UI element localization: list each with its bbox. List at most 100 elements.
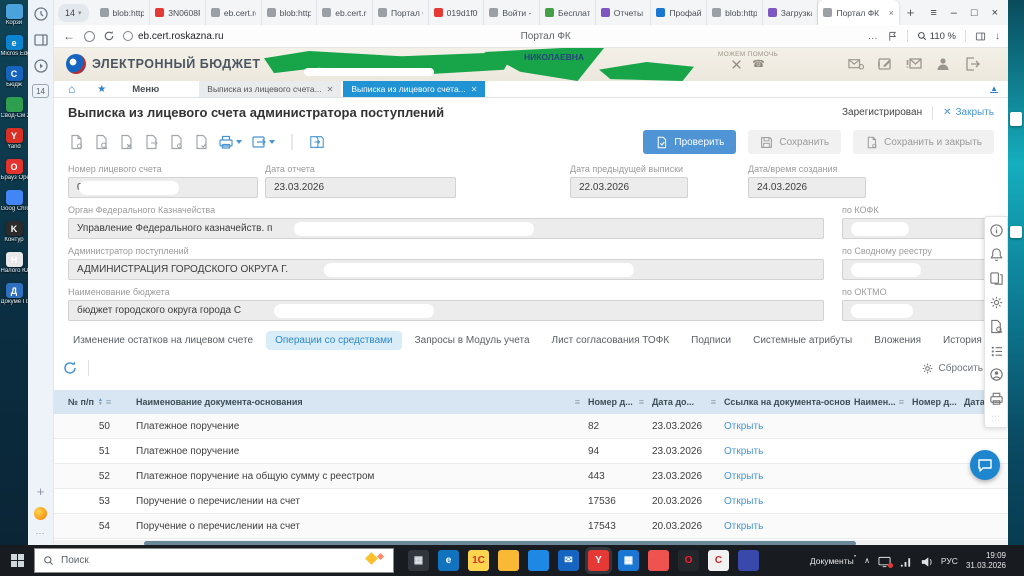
browser-tab[interactable]: eb.cert.ro: [206, 0, 262, 25]
field-input[interactable]: 0: [68, 177, 258, 198]
new-tab-button[interactable]: +: [899, 5, 923, 20]
phone-icon[interactable]: ☎: [752, 59, 764, 70]
field-input[interactable]: Управление Федерального казначейств. п: [68, 218, 824, 239]
toolbar-icon[interactable]: [284, 134, 300, 150]
language-indicator[interactable]: РУС: [941, 556, 958, 566]
save-button[interactable]: Сохранить: [748, 130, 842, 154]
taskbar-app-icon[interactable]: [738, 550, 759, 571]
browser-tab[interactable]: Бесплатн: [540, 0, 596, 25]
field-input[interactable]: 24.03.2026: [748, 177, 866, 198]
tray-expand-icon[interactable]: ∧: [864, 556, 870, 565]
start-button[interactable]: [0, 545, 34, 576]
taskbar-app-icon[interactable]: [528, 550, 549, 571]
toolbar-icon[interactable]: [218, 134, 234, 150]
tray-documents-label[interactable]: Документы”: [810, 555, 856, 566]
side-toolbar-icon[interactable]: [989, 247, 1004, 262]
taskbar-app-icon[interactable]: C: [708, 550, 729, 571]
open-link[interactable]: Открыть: [720, 496, 850, 507]
column-menu-icon[interactable]: ≡: [103, 397, 111, 407]
taskbar-app-icon[interactable]: [648, 550, 669, 571]
network-icon[interactable]: [899, 555, 912, 567]
document-tab-close-icon[interactable]: ✕: [471, 85, 478, 94]
open-link[interactable]: Открыть: [720, 446, 850, 457]
open-link[interactable]: Открыть: [720, 471, 850, 482]
taskbar-clock[interactable]: 19:09 31.03.2026: [966, 551, 1008, 571]
section-tab[interactable]: Запросы в Модуль учета: [406, 331, 539, 350]
document-tab-close-icon[interactable]: ✕: [327, 85, 334, 94]
close-button[interactable]: ×: [992, 7, 998, 19]
check-button[interactable]: Проверить: [643, 130, 737, 154]
home-icon[interactable]: ⌂: [68, 82, 75, 96]
zoom-control[interactable]: 110 %: [917, 31, 956, 42]
browser-tab[interactable]: eb.cert.ro: [317, 0, 373, 25]
open-link[interactable]: Открыть: [720, 521, 850, 532]
taskbar-app-icon[interactable]: 1С: [468, 550, 489, 571]
side-toolbar-icon[interactable]: [989, 223, 1004, 238]
column-menu-icon[interactable]: ≡: [708, 397, 716, 407]
browser-tab[interactable]: blob:http: [262, 0, 318, 25]
desktop-shortcut[interactable]: Свод-См 23: [1, 97, 28, 119]
section-tab[interactable]: Лист согласования ТОФК: [543, 331, 679, 350]
desktop-shortcut[interactable]: Корзи: [1, 4, 27, 26]
menu-button[interactable]: Меню: [132, 84, 159, 95]
field-input[interactable]: бюджет городского округа города С: [68, 300, 824, 321]
toolbar-icon[interactable]: [251, 134, 267, 150]
field-input[interactable]: [842, 218, 994, 239]
column-menu-icon[interactable]: ≡: [572, 397, 580, 407]
desktop-shortcut[interactable]: Д Докуме ПУ-: [1, 283, 28, 305]
field-input[interactable]: 23.03.2026: [265, 177, 456, 198]
history-icon[interactable]: [33, 6, 49, 22]
sidebar-more-icon[interactable]: ⋯: [36, 528, 46, 539]
minimize-button[interactable]: –: [951, 7, 957, 19]
caret-down-icon[interactable]: [269, 140, 275, 144]
tab-close-icon[interactable]: ×: [889, 8, 894, 18]
caret-down-icon[interactable]: [236, 140, 242, 144]
side-toolbar-icon[interactable]: [989, 319, 1004, 334]
section-tab[interactable]: Изменение остатков на лицевом счете: [64, 331, 262, 350]
reset-button[interactable]: Сбросить: [939, 363, 983, 374]
column-menu-icon[interactable]: ≡: [636, 397, 644, 407]
header-action-icon[interactable]: [848, 56, 864, 72]
taskbar-app-icon[interactable]: [498, 550, 519, 571]
browser-tab[interactable]: Профай: [651, 0, 708, 25]
grid-settings-gear-icon[interactable]: [921, 362, 934, 375]
column-menu-icon[interactable]: ≡: [896, 397, 904, 407]
table-row[interactable]: 52 Платежное поручение на общую сумму с …: [54, 464, 1008, 489]
field-input[interactable]: [842, 259, 994, 280]
table-row[interactable]: 51 Платежное поручение 94 23.03.2026 Отк…: [54, 439, 1008, 464]
side-toolbar-icon[interactable]: [989, 367, 1004, 382]
bookmark-icon[interactable]: [887, 31, 898, 42]
section-tab[interactable]: Вложения: [865, 331, 930, 350]
field-input[interactable]: [842, 300, 994, 321]
tab-count-badge[interactable]: 14: [32, 84, 49, 98]
toolbar-icon[interactable]: [143, 134, 159, 150]
side-toolbar-icon[interactable]: [989, 295, 1004, 310]
profile-icon[interactable]: [84, 30, 95, 42]
save-close-button[interactable]: Сохранить и закрыть: [853, 130, 994, 154]
tools-icon[interactable]: [731, 59, 742, 70]
header-action-icon[interactable]: [877, 56, 893, 72]
header-action-icon[interactable]: [906, 56, 922, 72]
taskbar-app-icon[interactable]: Y: [588, 550, 609, 571]
browser-tab[interactable]: Войти - К: [484, 0, 541, 25]
taskbar-app-icon[interactable]: e: [438, 550, 459, 571]
favorites-star-icon[interactable]: ★: [97, 84, 106, 95]
downloads-icon[interactable]: ↓: [995, 31, 1000, 42]
maximize-button[interactable]: □: [971, 7, 978, 19]
field-input[interactable]: АДМИНИСТРАЦИЯ ГОРОДСКОГО ОКРУГА Г.: [68, 259, 824, 280]
play-icon[interactable]: [33, 58, 49, 74]
sidebar-add-icon[interactable]: +: [37, 484, 45, 499]
side-panel-icon[interactable]: [975, 31, 986, 42]
side-toolbar-icon[interactable]: [989, 391, 1004, 406]
section-tab[interactable]: Системные атрибуты: [744, 331, 861, 350]
field-input[interactable]: 22.03.2026: [570, 177, 688, 198]
browser-tab[interactable]: Портал С: [373, 0, 429, 25]
url-field[interactable]: eb.cert.roskazna.ru: [123, 31, 224, 42]
desktop-shortcut[interactable]: Goog Chron: [1, 190, 28, 212]
browser-menu-icon[interactable]: ≡: [930, 7, 936, 19]
sidebar-favorites-icon[interactable]: [34, 507, 47, 520]
toolbar-icon[interactable]: [193, 134, 209, 150]
desktop-shortcut[interactable]: С Бюдж: [1, 66, 27, 88]
browser-tab[interactable]: blob:http: [95, 0, 151, 25]
toolbar-icon[interactable]: [68, 134, 84, 150]
